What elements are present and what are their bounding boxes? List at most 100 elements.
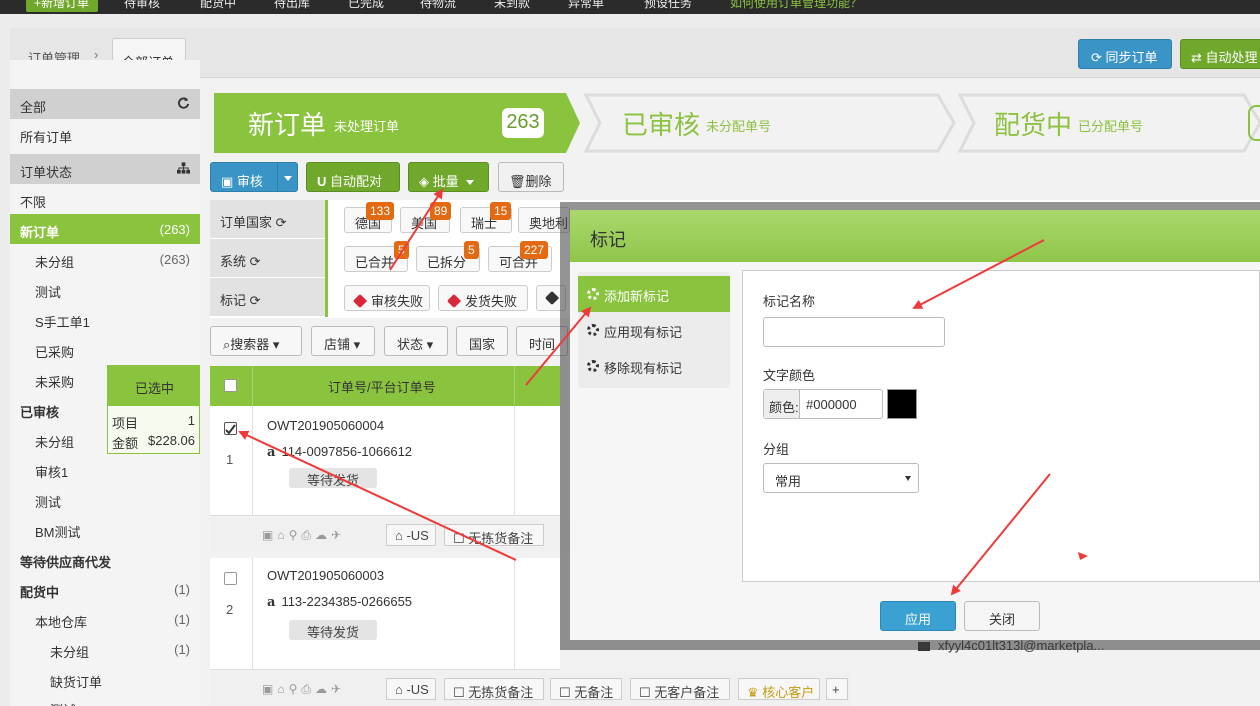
searcher-dropdown[interactable]: ⌕搜索器 ▾ (210, 326, 302, 356)
tag-icon (446, 293, 462, 309)
topnav-item[interactable]: 已完成 (348, 0, 384, 11)
dropdown-label: 国家 (469, 337, 496, 352)
group-select[interactable]: 常用 (763, 463, 919, 493)
refresh-icon[interactable]: ⟳ (250, 293, 261, 308)
filter-chip-mark[interactable]: 发货失败 (438, 285, 528, 311)
sidebar-item-test[interactable]: 测试 (10, 274, 200, 304)
order-steps: 新订单 未处理订单 263 已审核 未分配单号 配货中 已分配单号 (214, 93, 1260, 153)
sidebar-item-test[interactable]: 测试 (10, 484, 200, 514)
sidebar-item-bm-test[interactable]: BM测试 (10, 514, 200, 544)
sidebar-item-manual[interactable]: S手工单1 (10, 304, 200, 334)
sidebar-item-local-warehouse[interactable]: 本地仓库 (1) (10, 604, 200, 634)
amount-value: $228.06 (148, 433, 195, 448)
nav-label: 移除现有标记 (604, 361, 683, 376)
sidebar-item-picking[interactable]: 配货中 (1) (10, 574, 200, 604)
dialog-header: 标记 (570, 210, 1260, 262)
new-order-button[interactable]: +新增订单 (26, 0, 98, 12)
auto-match-button[interactable]: U 自动配对 (306, 162, 400, 192)
platform-order-number: 113-2234385-0266655 (281, 594, 413, 609)
sidebar-item-purchased[interactable]: 已采购 (10, 334, 200, 364)
row-action-icons[interactable]: ▣⌂⚲⎙☁✈ (262, 528, 345, 543)
auto-process-button[interactable]: ⇄ 自动处理 (1180, 39, 1260, 69)
store-dropdown[interactable]: 店铺 ▾ (311, 326, 375, 356)
country-button[interactable]: 国家 (456, 326, 508, 356)
sidebar-item-label: BM测试 (35, 525, 81, 540)
topnav-item[interactable]: 异常单 (568, 0, 604, 11)
color-value-input[interactable]: #000000 (806, 397, 857, 412)
picking-note-chip[interactable]: ☐ 无拣货备注 (444, 678, 544, 700)
topnav-item[interactable]: 预设任务 (644, 0, 692, 11)
topnav-item[interactable]: 配货中 (200, 0, 236, 11)
row-action-icons[interactable]: ▣⌂⚲⎙☁✈ (262, 682, 345, 697)
refresh-icon[interactable]: ⟳ (276, 215, 287, 230)
status-dropdown[interactable]: 状态 ▾ (384, 326, 448, 356)
nav-apply-existing-mark[interactable]: 应用现有标记 (578, 312, 730, 348)
note-chip[interactable]: ☐ 无备注 (550, 678, 622, 700)
filter-label-mark: 标记 ⟳ (210, 278, 328, 317)
apply-button[interactable]: 应用 (880, 601, 956, 631)
color-input-group[interactable]: 颜色: #000000 (763, 389, 883, 419)
row-checkbox[interactable] (224, 422, 237, 435)
row-checkbox[interactable] (224, 572, 237, 585)
table-row[interactable]: 1 OWT201905060004 a 114-0097856-1066612 等… (210, 406, 560, 516)
refresh-icon[interactable] (177, 96, 190, 110)
order-number[interactable]: OWT201905060004 (267, 418, 384, 433)
picking-note-chip[interactable]: ☐ 无拣货备注 (444, 524, 544, 546)
sidebar-item-all[interactable]: 全部 (10, 89, 200, 119)
text-color-label: 文字颜色 (763, 368, 816, 383)
batch-label: 批量 (432, 174, 459, 189)
add-chip-button[interactable]: + (826, 678, 848, 700)
step-picking[interactable]: 配货中 已分配单号 (214, 93, 1260, 153)
help-link[interactable]: 如何使用订单管理功能？ (730, 0, 862, 11)
close-button[interactable]: 关闭 (964, 601, 1040, 631)
customer-note-chip[interactable]: ☐ 无客户备注 (630, 678, 730, 700)
dropdown-label: 时间 (529, 337, 556, 352)
sidebar-item-unlimited[interactable]: 不限 (10, 184, 200, 214)
select-all-checkbox[interactable] (224, 379, 237, 392)
refresh-icon[interactable]: ⟳ (250, 254, 261, 269)
mark-name-input[interactable] (763, 317, 945, 347)
row-number: 2 (226, 602, 234, 617)
sidebar-item-audit1[interactable]: 审核1 (10, 454, 200, 484)
nav-add-new-mark[interactable]: 添加新标记 (578, 276, 730, 312)
trophy-icon: ♛ (747, 685, 759, 700)
sync-orders-button[interactable]: ⟳ 同步订单 (1078, 39, 1172, 69)
chip-label: 已拆分 (427, 255, 467, 270)
column-divider (252, 366, 253, 406)
sidebar-item-ungrouped[interactable]: 未分组 (1) (10, 634, 200, 664)
sidebar-item-new-orders[interactable]: 新订单 (263) (10, 214, 200, 244)
audit-button[interactable]: ▣ 审核 (210, 162, 298, 192)
sidebar-item-supplier-dropship[interactable]: 等待供应商代发 (10, 544, 200, 574)
chip-label: -US (406, 682, 429, 697)
chip-label: 核心客户 (762, 685, 815, 700)
batch-button[interactable]: ◈ 批量 (408, 162, 489, 192)
country-chip[interactable]: ⌂ -US (386, 524, 436, 546)
delete-button[interactable]: 🗑删除 (498, 162, 564, 192)
caret-down-icon[interactable] (284, 176, 292, 181)
sidebar-item-all-orders[interactable]: 所有订单 (10, 119, 200, 149)
chip-label: 审核失败 (371, 294, 424, 309)
table-row[interactable]: 2 OWT201905060003 a 113-2234385-0266655 等… (210, 558, 560, 670)
color-swatch[interactable] (887, 389, 917, 419)
order-number[interactable]: OWT201905060003 (267, 568, 384, 583)
core-customer-chip[interactable]: ♛ 核心客户 (738, 678, 820, 700)
tag-icon (352, 293, 368, 309)
sidebar-item-out-of-stock[interactable]: 缺货订单 (10, 664, 200, 694)
dialog-footer: 应用 关闭 (570, 592, 1260, 640)
sidebar-item-test[interactable]: 测试 (10, 692, 200, 706)
nav-remove-existing-mark[interactable]: 移除现有标记 (578, 348, 730, 384)
topnav-item[interactable]: 待物流 (420, 0, 456, 11)
sidebar-item-label: 等待供应商代发 (20, 555, 112, 570)
sidebar-item-ungrouped[interactable]: 未分组 (263) (10, 244, 200, 274)
dropdown-label: 状态 (397, 337, 424, 352)
topnav-item[interactable]: 待审核 (124, 0, 160, 11)
chip-label: 已合并 (355, 255, 395, 270)
popover-title: 已选中 (108, 366, 199, 406)
topnav-item[interactable]: 未到款 (494, 0, 530, 11)
sidebar-item-count: (1) (174, 612, 190, 627)
country-chip[interactable]: ⌂ -US (386, 678, 436, 700)
sidebar-item-label: 新订单 (20, 225, 60, 240)
auto-match-label: 自动配对 (330, 174, 383, 189)
topnav-item[interactable]: 待出库 (274, 0, 310, 11)
filter-chip-mark[interactable]: 审核失败 (344, 285, 430, 311)
